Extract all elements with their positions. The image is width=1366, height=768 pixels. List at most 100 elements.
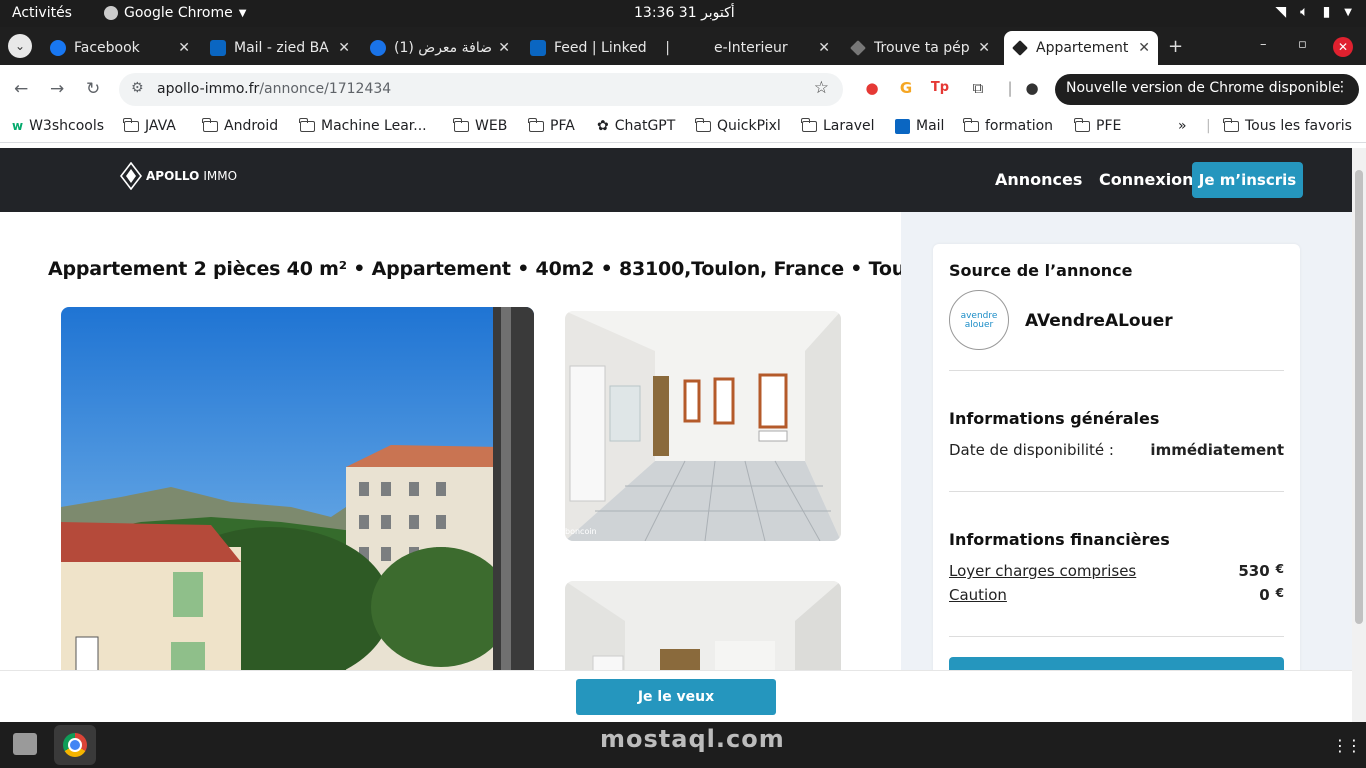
tab-title: Feed | Linked	[554, 40, 647, 56]
bookmark-star-icon[interactable]: ☆	[814, 78, 829, 98]
divider	[949, 370, 1284, 371]
browser-toolbar: ← → ↻ ⚙ apollo-immo.fr/annonce/1712434 ☆…	[0, 65, 1366, 113]
app-menu[interactable]: Google Chrome ▼	[104, 5, 246, 21]
tab-e-interieur[interactable]: e-Interieur ✕	[682, 31, 838, 65]
tab-linkedin[interactable]: Feed | Linked |	[522, 31, 678, 65]
rent-label[interactable]: Loyer charges comprises	[949, 562, 1136, 580]
minimize-button[interactable]: –	[1260, 37, 1267, 52]
photo-watermark: boncoin	[565, 527, 597, 536]
bookmark-mail[interactable]: Mail	[895, 118, 944, 134]
nav-listings[interactable]: Annonces	[995, 170, 1082, 189]
divider: |	[1206, 118, 1211, 134]
url-domain: apollo-immo.fr	[157, 81, 260, 97]
kebab-menu-icon[interactable]: ⋮	[1335, 79, 1349, 95]
activities-button[interactable]: Activités	[12, 5, 72, 21]
folder-icon	[801, 117, 817, 132]
bookmark-pfa[interactable]: PFA	[528, 117, 575, 134]
reload-icon[interactable]: ↻	[86, 79, 100, 99]
wifi-icon: ◥	[1275, 4, 1287, 20]
all-bookmarks[interactable]: Tous les favoris	[1223, 117, 1352, 134]
window-close-button[interactable]: ✕	[1333, 37, 1353, 57]
listing-photo-2[interactable]: boncoin	[565, 311, 841, 541]
tab-mail[interactable]: Mail - zied BA ✕	[202, 31, 358, 65]
bookmarks-overflow-button[interactable]: »	[1178, 118, 1187, 134]
clock[interactable]: 13:36 31 أكتوبر	[634, 5, 735, 21]
chrome-app-icon[interactable]	[54, 725, 96, 765]
bookmark-machine-learning[interactable]: Machine Lear...	[299, 117, 427, 134]
close-icon[interactable]: ✕	[178, 40, 190, 56]
tab-mostaql[interactable]: (1) إضافة معرض ✕	[362, 31, 518, 65]
grammarly-icon[interactable]: G	[896, 78, 916, 98]
bookmark-java[interactable]: JAVA	[123, 117, 176, 134]
want-it-button[interactable]: Je le veux	[576, 679, 776, 715]
bookmark-label: W3shcools	[29, 118, 105, 134]
bookmark-chatgpt[interactable]: ✿ ChatGPT	[597, 118, 675, 134]
extension-icon[interactable]: ●	[862, 78, 882, 98]
bookmark-laravel[interactable]: Laravel	[801, 117, 875, 134]
bookmark-quickpixl[interactable]: QuickPixl	[695, 117, 781, 134]
bookmark-label: Machine Lear...	[321, 118, 427, 134]
facebook-icon	[50, 40, 66, 56]
agency-logo[interactable]: avendre alouer	[949, 290, 1009, 350]
bookmark-pfe[interactable]: PFE	[1074, 117, 1121, 134]
folder-icon	[202, 117, 218, 132]
listing-info-card: Source de l’annonce avendre alouer AVend…	[933, 244, 1300, 687]
logo-text: APOLLO	[146, 169, 200, 183]
currency-symbol: €	[1275, 586, 1284, 600]
close-icon[interactable]: ✕	[818, 40, 830, 56]
tab-title: (1) إضافة معرض	[394, 40, 493, 56]
forward-icon[interactable]: →	[50, 79, 64, 99]
scrollbar-thumb[interactable]	[1355, 170, 1363, 624]
bookmark-formation[interactable]: formation	[963, 117, 1054, 134]
tab-appartement[interactable]: Appartement ✕	[1004, 31, 1158, 65]
apollo-logo-icon	[120, 162, 142, 190]
nav-login[interactable]: Connexion	[1099, 170, 1194, 189]
chrome-update-button[interactable]: Nouvelle version de Chrome disponible ⋮	[1055, 74, 1359, 105]
folder-icon	[1223, 117, 1239, 132]
volume-icon: 🔈︎	[1300, 4, 1309, 20]
extension-tp-icon[interactable]: Tp	[930, 78, 950, 98]
address-bar[interactable]: ⚙ apollo-immo.fr/annonce/1712434 ☆	[119, 73, 843, 106]
bookmark-label: formation	[985, 118, 1054, 134]
system-tray[interactable]: ◥ 🔈︎ ▮ ▼	[1275, 4, 1352, 20]
folder-icon	[963, 117, 979, 132]
tab-facebook[interactable]: Facebook ✕	[42, 31, 198, 65]
chevron-right-icon: »	[1178, 118, 1187, 134]
w3schools-icon: w	[12, 119, 24, 133]
new-tab-button[interactable]: +	[1168, 36, 1183, 57]
site-info-icon[interactable]: ⚙	[131, 80, 144, 96]
close-icon[interactable]: ✕	[498, 40, 510, 56]
outlook-icon	[895, 118, 910, 134]
availability-value: immédiatement	[1150, 441, 1284, 459]
app-name: Google Chrome	[124, 5, 233, 21]
files-app-icon[interactable]	[13, 733, 37, 755]
site-logo[interactable]: APOLLO IMMO	[120, 162, 237, 190]
tab-trouve-ta-pepite[interactable]: Trouve ta pép ✕	[842, 31, 998, 65]
divider: |	[1007, 79, 1013, 97]
web-page: APOLLO IMMO Annonces Connexion Je m’insc…	[0, 148, 1352, 722]
bookmark-android[interactable]: Android	[202, 117, 278, 134]
maximize-button[interactable]: ▫	[1298, 37, 1307, 52]
tab-search-button[interactable]: ⌄	[8, 34, 32, 58]
page-scrollbar[interactable]	[1352, 148, 1366, 722]
back-icon[interactable]: ←	[14, 79, 28, 99]
bookmark-label: JAVA	[145, 118, 176, 134]
availability-label: Date de disponibilité :	[949, 441, 1114, 459]
signup-button[interactable]: Je m’inscris	[1192, 162, 1303, 198]
show-apps-icon[interactable]: ⋮⋮⋮	[1332, 736, 1366, 755]
close-icon[interactable]: ✕	[978, 40, 990, 56]
extensions-puzzle-icon[interactable]: ⧉	[968, 78, 988, 98]
bookmark-w3schools[interactable]: w W3shcools	[12, 118, 104, 134]
agency-name[interactable]: AVendreALouer	[1025, 311, 1173, 331]
close-icon[interactable]: ✕	[338, 40, 350, 56]
folder-icon	[123, 117, 139, 132]
currency-symbol: €	[1275, 562, 1284, 576]
listing-main-photo[interactable]	[61, 307, 534, 687]
deposit-label[interactable]: Caution	[949, 586, 1007, 604]
profile-avatar[interactable]: ●	[1022, 78, 1042, 98]
bookmark-label: Laravel	[823, 118, 875, 134]
bookmark-web[interactable]: WEB	[453, 117, 507, 134]
close-icon[interactable]: ✕	[1138, 40, 1150, 56]
blank-icon	[690, 40, 706, 56]
close-icon[interactable]: |	[665, 40, 670, 56]
